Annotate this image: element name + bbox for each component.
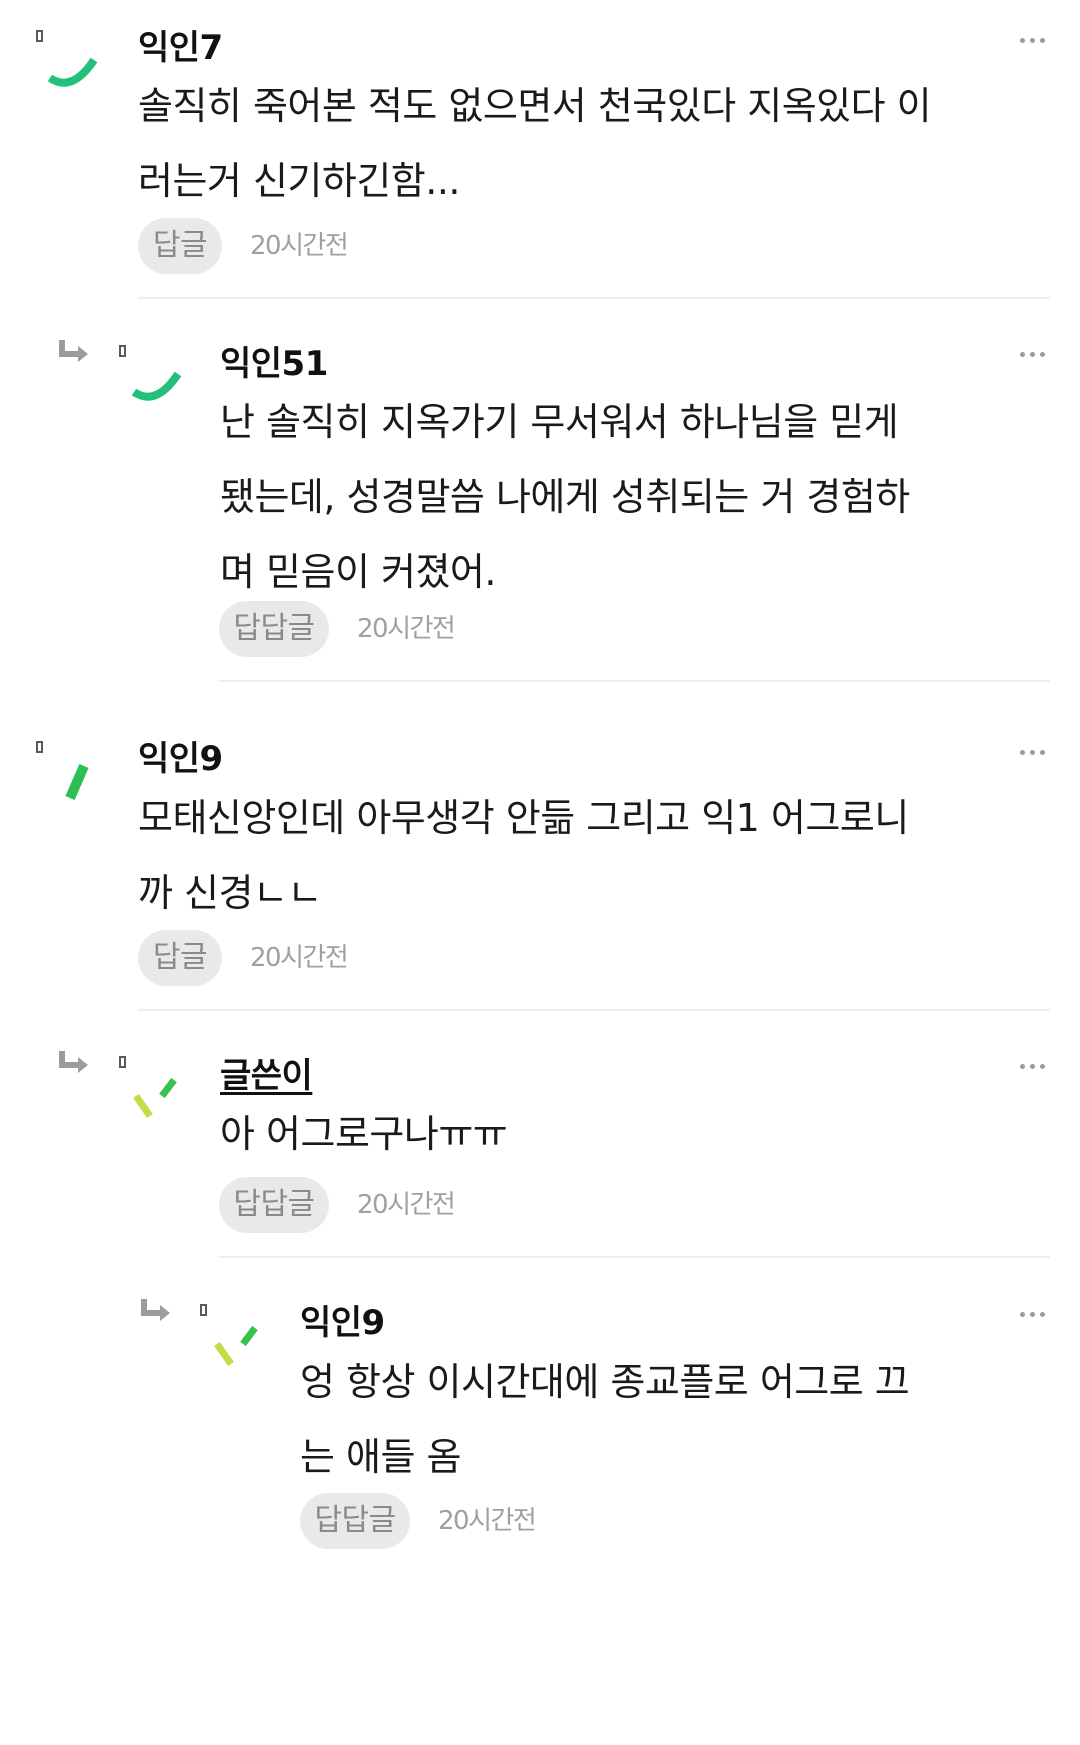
comment-timestamp: 20시간전 [357,1190,456,1220]
green-slash-icon [65,763,89,801]
more-options-icon[interactable] [1020,1062,1050,1072]
comment-timestamp: 20시간전 [357,614,456,644]
comment-divider [219,680,1050,682]
comment-timestamp: 20시간전 [438,1506,537,1536]
reply-button[interactable]: 답글 [138,218,222,274]
lime-checks-icon [133,1077,177,1119]
comment-nickname[interactable]: 익인7 [138,20,223,69]
more-options-icon[interactable] [1020,36,1050,46]
more-options-icon[interactable] [1020,350,1050,360]
badge-icon [36,741,43,753]
reply-button[interactable]: 답답글 [219,601,329,657]
comment-divider [219,1256,1050,1258]
comment-nickname[interactable]: 익인9 [300,1295,385,1344]
more-options-icon[interactable] [1020,1310,1050,1320]
green-arc-icon [131,371,182,401]
comment-body: 모태신앙인데 아무생각 안듦 그리고 익1 어그로니까 신경ㄴㄴ [138,796,909,915]
badge-icon [36,30,43,42]
comment-body: 솔직히 죽어본 적도 없으면서 천국있다 지옥있다 이러는거 신기하긴함... [138,84,932,203]
reply-button[interactable]: 답답글 [300,1493,410,1549]
reply-button[interactable]: 답글 [138,930,222,986]
comment-nickname[interactable]: 익인9 [138,731,223,780]
badge-icon [200,1304,207,1316]
comment-body: 난 솔직히 지옥가기 무서워서 하나님을 믿게 됐는데, 성경말씀 나에게 성취… [220,400,910,594]
reply-arrow-icon [59,340,88,362]
green-arc-icon [47,57,98,87]
comment-body: 아 어그로구나ㅠㅠ [220,1112,508,1156]
badge-icon [119,1056,126,1068]
more-options-icon[interactable] [1020,748,1050,758]
lime-checks-icon [214,1325,258,1367]
comment-timestamp: 20시간전 [250,231,349,261]
comment-body: 엉 항상 이시간대에 종교플로 어그로 끄는 애들 옴 [300,1360,910,1479]
comment-nickname[interactable]: 익인51 [220,336,328,385]
comment-timestamp: 20시간전 [250,943,349,973]
comment-divider [138,1009,1050,1011]
badge-icon [119,345,126,357]
reply-arrow-icon [59,1051,88,1073]
author-nickname[interactable]: 글쓴이 [220,1048,313,1097]
reply-arrow-icon [141,1299,170,1321]
reply-button[interactable]: 답답글 [219,1177,329,1233]
comment-divider [138,297,1050,299]
